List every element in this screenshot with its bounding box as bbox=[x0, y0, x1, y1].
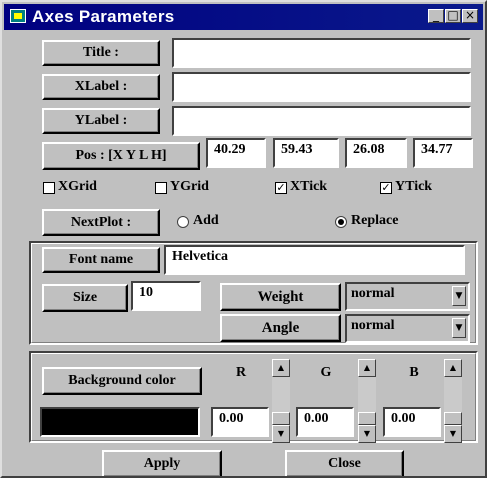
close-window-icon[interactable]: × bbox=[462, 9, 478, 23]
ygrid-label: YGrid bbox=[170, 179, 209, 194]
xtick-checkbox[interactable]: ✓ bbox=[275, 182, 287, 194]
replace-radio-label: Replace bbox=[351, 213, 399, 228]
pos-x-input[interactable]: 40.29 bbox=[206, 138, 266, 168]
axes-parameters-window: Axes Parameters _ □ × Title : XLabel : Y… bbox=[0, 0, 487, 478]
add-radio-label: Add bbox=[193, 213, 219, 228]
scroll-up-icon[interactable]: ▲ bbox=[444, 359, 462, 377]
r-scroll-thumb[interactable] bbox=[272, 412, 290, 425]
title-label-button[interactable]: Title : bbox=[42, 40, 160, 66]
g-scroll-thumb[interactable] bbox=[358, 412, 376, 425]
r-scrollbar[interactable]: ▲ ▼ bbox=[272, 359, 290, 443]
maximize-icon[interactable]: □ bbox=[445, 9, 461, 23]
apply-button[interactable]: Apply bbox=[102, 450, 222, 476]
r-value-input[interactable]: 0.00 bbox=[211, 407, 269, 437]
minimize-icon[interactable]: _ bbox=[428, 9, 444, 23]
g-value-input[interactable]: 0.00 bbox=[296, 407, 354, 437]
window-title: Axes Parameters bbox=[32, 7, 175, 26]
close-button[interactable]: Close bbox=[285, 450, 404, 476]
xlabel-input[interactable] bbox=[172, 72, 471, 102]
pos-l-input[interactable]: 26.08 bbox=[345, 138, 407, 168]
scroll-down-icon[interactable]: ▼ bbox=[444, 425, 462, 443]
g-scrollbar[interactable]: ▲ ▼ bbox=[358, 359, 376, 443]
ylabel-label-button[interactable]: YLabel : bbox=[42, 108, 160, 134]
background-color-swatch bbox=[40, 407, 200, 437]
pos-y-input[interactable]: 59.43 bbox=[273, 138, 339, 168]
pos-label-button[interactable]: Pos : [X Y L H] bbox=[42, 142, 200, 170]
scroll-up-icon[interactable]: ▲ bbox=[358, 359, 376, 377]
b-scrollbar[interactable]: ▲ ▼ bbox=[444, 359, 462, 443]
app-icon bbox=[10, 9, 26, 23]
scroll-up-icon[interactable]: ▲ bbox=[272, 359, 290, 377]
g-channel-label: G bbox=[299, 360, 353, 388]
pos-h-input[interactable]: 34.77 bbox=[413, 138, 473, 168]
xtick-label: XTick bbox=[290, 179, 328, 194]
ygrid-checkbox[interactable] bbox=[155, 182, 167, 194]
ytick-checkbox[interactable]: ✓ bbox=[380, 182, 392, 194]
ytick-label: YTick bbox=[395, 179, 433, 194]
font-size-input[interactable]: 10 bbox=[131, 281, 201, 311]
radio-dot-icon bbox=[338, 219, 344, 225]
weight-dropdown-value: normal bbox=[351, 286, 395, 301]
angle-dropdown-value: normal bbox=[351, 318, 395, 333]
angle-dropdown[interactable]: normal ▼ bbox=[345, 314, 470, 343]
add-radio[interactable] bbox=[177, 216, 189, 228]
title-bar[interactable]: Axes Parameters _ □ × bbox=[4, 4, 483, 30]
font-name-input[interactable]: Helvetica bbox=[164, 245, 465, 275]
b-channel-label: B bbox=[387, 360, 441, 388]
weight-label-button[interactable]: Weight bbox=[220, 283, 341, 311]
xgrid-checkbox[interactable] bbox=[43, 182, 55, 194]
title-input[interactable] bbox=[172, 38, 471, 68]
scroll-down-icon[interactable]: ▼ bbox=[272, 425, 290, 443]
r-channel-label: R bbox=[214, 360, 268, 388]
weight-dropdown[interactable]: normal ▼ bbox=[345, 282, 470, 311]
size-label-button[interactable]: Size bbox=[42, 284, 128, 312]
nextplot-label-button[interactable]: NextPlot : bbox=[42, 209, 160, 236]
chevron-down-icon[interactable]: ▼ bbox=[452, 318, 466, 338]
chevron-down-icon[interactable]: ▼ bbox=[452, 286, 466, 306]
xlabel-label-button[interactable]: XLabel : bbox=[42, 74, 160, 100]
background-color-label-button[interactable]: Background color bbox=[42, 367, 202, 395]
font-name-label-button[interactable]: Font name bbox=[42, 247, 160, 273]
b-value-input[interactable]: 0.00 bbox=[383, 407, 441, 437]
angle-label-button[interactable]: Angle bbox=[220, 314, 341, 342]
b-scroll-thumb[interactable] bbox=[444, 412, 462, 425]
replace-radio[interactable] bbox=[335, 216, 347, 228]
scroll-down-icon[interactable]: ▼ bbox=[358, 425, 376, 443]
ylabel-input[interactable] bbox=[172, 106, 471, 136]
xgrid-label: XGrid bbox=[58, 179, 97, 194]
